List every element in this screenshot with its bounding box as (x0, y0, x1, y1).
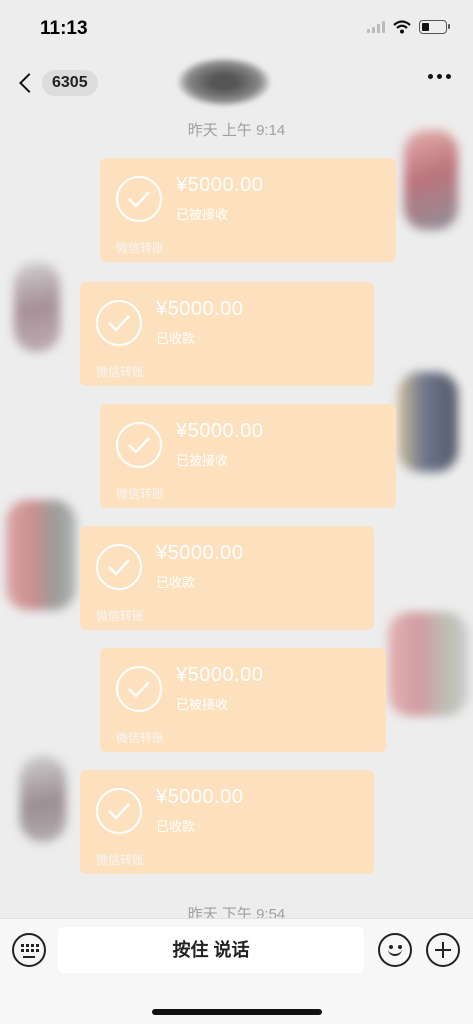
contact-name-redacted (178, 58, 270, 106)
more-options-button[interactable] (428, 74, 451, 79)
check-circle-icon (116, 666, 162, 712)
plus-icon[interactable] (426, 933, 460, 967)
transfer-card[interactable]: ¥5000.00 已被接收 微信转账 (100, 158, 396, 262)
cellular-signal-icon (367, 21, 385, 33)
transfer-amount: ¥5000.00 (176, 420, 264, 442)
receiver-avatar[interactable] (14, 262, 60, 352)
transfer-amount: ¥5000.00 (156, 542, 244, 564)
transfer-label: 微信转账 (96, 853, 145, 867)
transfer-status: 已收款 (156, 331, 196, 346)
status-bar: 11:13 (0, 0, 473, 58)
transfer-amount: ¥5000.00 (176, 664, 264, 686)
transfer-amount: ¥5000.00 (156, 298, 244, 320)
check-circle-icon (116, 422, 162, 468)
receiver-avatar[interactable] (6, 500, 76, 610)
transfer-label: 微信转账 (116, 241, 165, 255)
keyboard-icon (21, 944, 39, 952)
emoji-button[interactable] (378, 933, 412, 967)
check-circle-icon (96, 788, 142, 834)
receiver-avatar[interactable] (20, 756, 66, 842)
sender-avatar[interactable] (388, 612, 468, 716)
transfer-status: 已收款 (156, 575, 196, 590)
check-circle-icon (96, 300, 142, 346)
transfer-amount: ¥5000.00 (176, 174, 264, 196)
status-icons (367, 20, 450, 34)
transfer-status: 已被接收 (176, 207, 229, 222)
battery-icon (419, 20, 450, 34)
transfer-card[interactable]: ¥5000.00 已收款 微信转账 (80, 526, 374, 630)
transfer-status: 已被接收 (176, 453, 229, 468)
chat-header: 6305 (0, 58, 473, 112)
transfer-card[interactable]: ¥5000.00 已收款 微信转账 (80, 282, 374, 386)
transfer-label: 微信转账 (116, 487, 165, 501)
check-circle-icon (116, 176, 162, 222)
back-button[interactable]: 6305 (14, 70, 98, 96)
transfer-label: 微信转账 (96, 365, 145, 379)
transfer-label: 微信转账 (96, 609, 145, 623)
transfer-label: 微信转账 (116, 731, 165, 745)
home-indicator[interactable] (152, 1009, 322, 1015)
sender-avatar[interactable] (404, 130, 458, 230)
message-timestamp: 昨天 上午 9:14 (187, 122, 286, 139)
transfer-status: 已收款 (156, 819, 196, 834)
clock: 11:13 (40, 18, 88, 39)
check-circle-icon (96, 544, 142, 590)
chat-input-bar: 按住 说话 (0, 918, 473, 1024)
transfer-card[interactable]: ¥5000.00 已被接收 微信转账 (100, 648, 386, 752)
transfer-card[interactable]: ¥5000.00 已被接收 微信转账 (100, 404, 396, 508)
more-dot-icon (428, 74, 433, 79)
hold-to-talk-button[interactable]: 按住 说话 (58, 927, 364, 973)
chevron-left-icon (19, 73, 39, 93)
transfer-amount: ¥5000.00 (156, 786, 244, 808)
wifi-icon (393, 20, 411, 34)
transfer-card[interactable]: ¥5000.00 已收款 微信转账 (80, 770, 374, 874)
unread-count-badge: 6305 (42, 70, 98, 96)
sender-avatar[interactable] (398, 372, 458, 472)
keyboard-toggle-button[interactable] (12, 933, 46, 967)
transfer-status: 已被接收 (176, 697, 229, 712)
